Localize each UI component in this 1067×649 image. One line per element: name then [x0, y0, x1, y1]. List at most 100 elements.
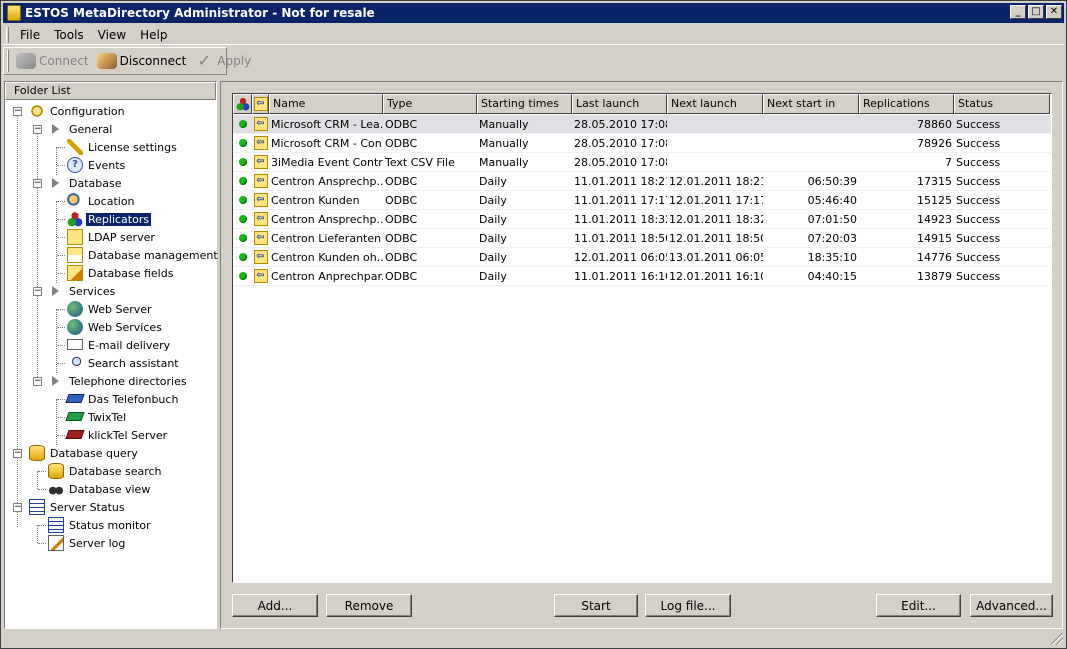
tree-item-search-assistant[interactable]: Search assistant	[5, 354, 216, 372]
envelope-icon	[67, 339, 83, 350]
column-type-icon[interactable]: ⇦	[252, 94, 269, 114]
success-dot-icon	[238, 158, 247, 166]
edit-button[interactable]: Edit...	[876, 594, 961, 617]
collapse-telephone-directories[interactable]: −	[33, 376, 42, 386]
log-file-button[interactable]: Log file...	[645, 594, 731, 617]
column-last-launch[interactable]: Last launch	[572, 94, 667, 114]
type-icon-cell: ⇦	[252, 155, 269, 169]
table-row[interactable]: ⇦ Centron Lieferanten ODBC Daily 11.01.2011 …	[233, 229, 1051, 248]
menu-file[interactable]: File	[13, 28, 47, 42]
tree-item-das-telefonbuch[interactable]: Das Telefonbuch	[5, 390, 216, 408]
column-next-launch[interactable]: Next launch	[667, 94, 763, 114]
tree-item-general[interactable]: − General	[5, 120, 216, 138]
replicator-arrow-icon: ⇦	[253, 97, 268, 111]
menu-help[interactable]: Help	[133, 28, 174, 42]
tree-item-events[interactable]: ? Events	[5, 156, 216, 174]
tree-label: General	[69, 122, 113, 136]
tree-item-twixtel[interactable]: TwixTel	[5, 408, 216, 426]
type-icon-cell: ⇦	[252, 174, 269, 188]
menu-tools[interactable]: Tools	[47, 28, 91, 42]
cell-name: Centron Kunden oh...	[271, 250, 383, 264]
collapse-server-status[interactable]: −	[13, 502, 22, 512]
list-rows: ⇦ Microsoft CRM - Lea... ODBC Manually 28.05…	[233, 115, 1051, 286]
type-icon-cell: ⇦	[252, 193, 269, 207]
collapse-configuration[interactable]: −	[13, 106, 22, 116]
tree-label: klickTel Server	[88, 428, 168, 442]
tree-item-database[interactable]: − Database	[5, 174, 216, 192]
cell-name: Centron Lieferanten	[271, 231, 382, 245]
cell-type: ODBC	[385, 250, 418, 264]
help-icon: ?	[67, 157, 83, 173]
cell-status: Success	[956, 155, 1001, 169]
tree-item-database-search[interactable]: Database search	[5, 462, 216, 480]
table-row[interactable]: ⇦ Centron Kunden ODBC Daily 11.01.2011 17:17…	[233, 191, 1051, 210]
column-replications[interactable]: Replications	[859, 94, 954, 114]
tree-item-license-settings[interactable]: License settings	[5, 138, 216, 156]
cell-status: Success	[956, 193, 1001, 207]
tree-item-database-fields[interactable]: Database fields	[5, 264, 216, 282]
tree-item-database-view[interactable]: Database view	[5, 480, 216, 498]
replicators-list[interactable]: ⇦ Name Type Starting times Last launch N…	[232, 93, 1052, 583]
column-type[interactable]: Type	[383, 94, 477, 114]
table-row[interactable]: ⇦ 3iMedia Event Contr... Text CSV File Manu…	[233, 153, 1051, 172]
disconnect-button[interactable]: Disconnect	[93, 50, 191, 72]
toolbar-grip[interactable]	[7, 50, 9, 72]
cell-replications: 14923	[917, 212, 952, 226]
tree-item-location[interactable]: Location	[5, 192, 216, 210]
collapse-database[interactable]: −	[33, 178, 42, 188]
tree-item-web-server[interactable]: Web Server	[5, 300, 216, 318]
column-next-start-in[interactable]: Next start in	[763, 94, 859, 114]
column-status-icon[interactable]	[233, 94, 252, 114]
tree-item-server-status[interactable]: − Server Status	[5, 498, 216, 516]
menubar-grip[interactable]	[6, 26, 9, 43]
collapse-general[interactable]: −	[33, 124, 42, 134]
advanced-button[interactable]: Advanced...	[970, 594, 1053, 617]
collapse-database-query[interactable]: −	[13, 448, 22, 458]
tree-item-replicators[interactable]: Replicators	[5, 210, 216, 228]
tree-item-services[interactable]: − Services	[5, 282, 216, 300]
tree-item-server-log[interactable]: Server log	[5, 534, 216, 552]
type-icon-cell: ⇦	[252, 212, 269, 226]
status-dot-cell	[233, 120, 252, 128]
maximize-button[interactable]: □	[1028, 5, 1044, 19]
folder-tree[interactable]: − Configuration − General License settin…	[5, 100, 218, 552]
remove-button[interactable]: Remove	[326, 594, 412, 617]
folder-arrow-icon	[52, 376, 59, 386]
title-bar[interactable]: ESTOS MetaDirectory Administrator - Not …	[3, 3, 1064, 23]
tree-item-configuration[interactable]: − Configuration	[5, 102, 216, 120]
table-row[interactable]: ⇦ Microsoft CRM - Con... ODBC Manually 28.05…	[233, 134, 1051, 153]
add-button[interactable]: Add...	[232, 594, 318, 617]
status-dot-cell	[233, 158, 252, 166]
tree-item-status-monitor[interactable]: Status monitor	[5, 516, 216, 534]
tree-item-database-management[interactable]: Database management	[5, 246, 218, 264]
menu-view[interactable]: View	[91, 28, 133, 42]
column-status[interactable]: Status	[954, 94, 1050, 114]
minimize-button[interactable]: _	[1010, 5, 1026, 19]
cell-type: ODBC	[385, 212, 418, 226]
tree-item-klicktel-server[interactable]: klickTel Server	[5, 426, 216, 444]
cell-replications: 13879	[917, 269, 952, 283]
disconnect-label: Disconnect	[119, 54, 187, 68]
cell-last-launch: 11.01.2011 18:32	[574, 212, 667, 226]
table-row[interactable]: ⇦ Centron Anprechpar... ODBC Daily 11.01.201…	[233, 267, 1051, 286]
status-dot-cell	[233, 272, 252, 280]
table-row[interactable]: ⇦ Centron Ansprechp... ODBC Daily 11.01.2011…	[233, 210, 1051, 229]
table-row[interactable]: ⇦ Microsoft CRM - Lea... ODBC Manually 28.05…	[233, 115, 1051, 134]
log-edit-icon	[48, 535, 64, 551]
table-row[interactable]: ⇦ Centron Ansprechp... ODBC Daily 11.01.2011…	[233, 172, 1051, 191]
tree-item-ldap-server[interactable]: LDAP server	[5, 228, 216, 246]
connect-button[interactable]: Connect	[12, 50, 93, 72]
replicators-icon	[235, 97, 250, 111]
tree-item-database-query[interactable]: − Database query	[5, 444, 216, 462]
column-name[interactable]: Name	[269, 94, 383, 114]
tree-item-email-delivery[interactable]: E-mail delivery	[5, 336, 216, 354]
tree-item-web-services[interactable]: Web Services	[5, 318, 216, 336]
table-row[interactable]: ⇦ Centron Kunden oh... ODBC Daily 12.01.2011…	[233, 248, 1051, 267]
apply-button[interactable]: ✓ Apply	[190, 50, 255, 72]
column-starting-times[interactable]: Starting times	[477, 94, 572, 114]
collapse-services[interactable]: −	[33, 286, 42, 296]
start-button[interactable]: Start	[554, 594, 638, 617]
tree-item-telephone-directories[interactable]: − Telephone directories	[5, 372, 216, 390]
resize-grip[interactable]	[1051, 633, 1063, 645]
close-button[interactable]: ✕	[1046, 5, 1062, 19]
